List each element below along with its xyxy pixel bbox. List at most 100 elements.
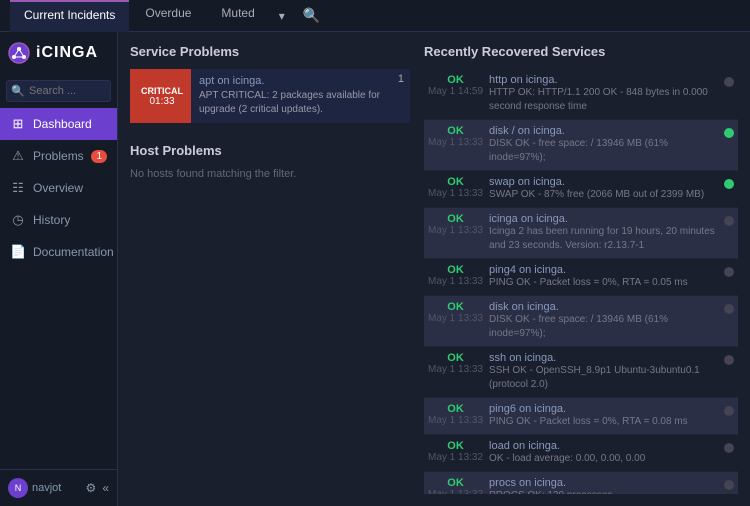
host-problems-section: Host Problems No hosts found matching th… <box>130 143 410 180</box>
service-problems-section: Service Problems CRITICAL 01:33 apt on i… <box>130 44 410 129</box>
list-item: OK May 1 13:32 load on icinga. OK - load… <box>424 435 738 472</box>
problem-badge: CRITICAL 01:33 <box>133 69 191 123</box>
status-ok: OK May 1 13:33 <box>428 403 483 426</box>
list-item: OK May 1 13:33 icinga on icinga. Icinga … <box>424 208 738 259</box>
detail-host: disk / on icinga. <box>489 125 720 137</box>
sidebar-item-history[interactable]: ◷ History <box>0 204 117 236</box>
status-time: May 1 13:33 <box>428 225 483 236</box>
recovered-detail: icinga on icinga. Icinga 2 has been runn… <box>483 213 720 253</box>
detail-host: ping4 on icinga. <box>489 264 720 276</box>
table-row: CRITICAL 01:33 apt on icinga. APT CRITIC… <box>130 69 410 123</box>
sidebar-item-dashboard[interactable]: ⊞ Dashboard <box>0 108 117 140</box>
sidebar-label-problems: Problems <box>33 149 84 163</box>
status-dot <box>724 179 734 189</box>
status-dot <box>724 480 734 490</box>
detail-text: DISK OK - free space: / 13946 MB (61% in… <box>489 313 720 341</box>
recovered-detail: http on icinga. HTTP OK: HTTP/1.1 200 OK… <box>483 74 720 114</box>
top-nav: Current Incidents Overdue Muted ▾ 🔍 <box>0 0 750 32</box>
host-problems-title: Host Problems <box>130 143 410 158</box>
ok-label: OK <box>428 74 483 86</box>
problem-text: APT CRITICAL: 2 packages available for u… <box>199 89 384 117</box>
recovered-detail: load on icinga. OK - load average: 0.00,… <box>483 440 720 466</box>
ok-label: OK <box>428 440 483 452</box>
content-body: Service Problems CRITICAL 01:33 apt on i… <box>118 32 750 506</box>
content: Service Problems CRITICAL 01:33 apt on i… <box>118 32 750 506</box>
ok-label: OK <box>428 176 483 188</box>
search-mini-icon: 🔍 <box>11 85 25 98</box>
gear-icon[interactable]: ⚙ <box>86 481 97 495</box>
detail-host: ssh on icinga. <box>489 352 720 364</box>
problems-icon: ⚠ <box>10 148 26 164</box>
logo-text: iCINGA <box>36 44 98 62</box>
recovered-detail: procs on icinga. PROCS OK: 130 processes <box>483 477 720 494</box>
status-dot <box>724 355 734 365</box>
badge-label: CRITICAL <box>141 86 183 96</box>
status-ok: OK May 1 13:32 <box>428 440 483 463</box>
status-time: May 1 13:33 <box>428 188 483 199</box>
recovered-detail: swap on icinga. SWAP OK - 87% free (2066… <box>483 176 720 202</box>
status-time: May 1 13:33 <box>428 276 483 287</box>
status-ok: OK May 1 14:59 <box>428 74 483 97</box>
nav-tabs: Current Incidents Overdue Muted ▾ 🔍 <box>10 0 320 32</box>
recently-recovered-title: Recently Recovered Services <box>424 44 738 59</box>
logo: iCINGA <box>0 32 117 74</box>
list-item: OK May 1 13:33 ssh on icinga. SSH OK - O… <box>424 347 738 398</box>
detail-text: OK - load average: 0.00, 0.00, 0.00 <box>489 452 720 466</box>
sidebar-item-problems[interactable]: ⚠ Problems 1 <box>0 140 117 172</box>
tab-overdue[interactable]: Overdue <box>131 0 205 32</box>
recovered-detail: disk / on icinga. DISK OK - free space: … <box>483 125 720 165</box>
status-time: May 1 13:33 <box>428 137 483 148</box>
tab-current-incidents[interactable]: Current Incidents <box>10 0 129 32</box>
main-layout: iCINGA 🔍 ⊞ Dashboard ⚠ Problems 1 ☷ Over… <box>0 32 750 506</box>
ok-label: OK <box>428 264 483 276</box>
status-time: May 1 13:33 <box>428 313 483 324</box>
detail-host: disk on icinga. <box>489 301 720 313</box>
status-ok: OK May 1 13:33 <box>428 125 483 148</box>
detail-text: SSH OK - OpenSSH_8.9p1 Ubuntu-3ubuntu0.1… <box>489 364 720 392</box>
status-ok: OK May 1 13:33 <box>428 301 483 324</box>
status-time: May 1 13:33 <box>428 364 483 375</box>
list-item: OK May 1 14:59 http on icinga. HTTP OK: … <box>424 69 738 120</box>
list-item: OK May 1 13:33 ping6 on icinga. PING OK … <box>424 398 738 435</box>
detail-host: procs on icinga. <box>489 477 720 489</box>
detail-text: PING OK - Packet loss = 0%, RTA = 0.08 m… <box>489 415 720 429</box>
problem-host: apt on icinga. <box>199 75 384 87</box>
detail-text: SWAP OK - 87% free (2066 MB out of 2399 … <box>489 188 720 202</box>
list-item: OK May 1 13:33 ping4 on icinga. PING OK … <box>424 259 738 296</box>
detail-text: PING OK - Packet loss = 0%, RTA = 0.05 m… <box>489 276 720 290</box>
sidebar-item-documentation[interactable]: 📄 Documentation <box>0 236 117 268</box>
problem-detail: apt on icinga. APT CRITICAL: 2 packages … <box>191 69 392 123</box>
search-icon[interactable]: 🔍 <box>303 7 320 24</box>
sidebar-label-dashboard: Dashboard <box>33 117 92 131</box>
detail-text: Icinga 2 has been running for 19 hours, … <box>489 225 720 253</box>
list-item: OK May 1 13:33 disk / on icinga. DISK OK… <box>424 120 738 171</box>
ok-label: OK <box>428 352 483 364</box>
sidebar-label-overview: Overview <box>33 181 83 195</box>
status-dot <box>724 77 734 87</box>
service-problems-title: Service Problems <box>130 44 410 59</box>
recovered-detail: disk on icinga. DISK OK - free space: / … <box>483 301 720 341</box>
status-ok: OK May 1 13:32 <box>428 477 483 494</box>
ok-label: OK <box>428 301 483 313</box>
status-time: May 1 14:59 <box>428 86 483 97</box>
status-ok: OK May 1 13:33 <box>428 213 483 236</box>
detail-host: swap on icinga. <box>489 176 720 188</box>
status-time: May 1 13:33 <box>428 415 483 426</box>
status-time: May 1 13:32 <box>428 489 483 494</box>
detail-host: http on icinga. <box>489 74 720 86</box>
tab-muted[interactable]: Muted <box>207 0 268 32</box>
sidebar-item-overview[interactable]: ☷ Overview <box>0 172 117 204</box>
ok-label: OK <box>428 125 483 137</box>
collapse-icon[interactable]: « <box>102 481 109 495</box>
user-name: navjot <box>32 482 86 494</box>
logo-icon <box>8 42 30 64</box>
status-dot <box>724 216 734 226</box>
dashboard-icon: ⊞ <box>10 116 26 132</box>
tab-dropdown[interactable]: ▾ <box>271 9 293 23</box>
status-dot <box>724 406 734 416</box>
recently-recovered-section: Recently Recovered Services OK May 1 14:… <box>424 44 738 494</box>
sidebar: iCINGA 🔍 ⊞ Dashboard ⚠ Problems 1 ☷ Over… <box>0 32 118 506</box>
status-dot <box>724 443 734 453</box>
recovered-detail: ssh on icinga. SSH OK - OpenSSH_8.9p1 Ub… <box>483 352 720 392</box>
sidebar-search[interactable]: 🔍 <box>6 80 111 102</box>
